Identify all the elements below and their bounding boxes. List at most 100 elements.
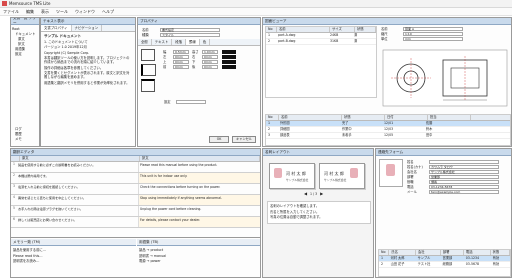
table-row[interactable]: 2 part-B.dwg 31KB 済 [266, 39, 376, 45]
field-input[interactable]: 課長 [429, 179, 499, 184]
options-select[interactable] [176, 99, 206, 104]
tb-hit[interactable]: 電源 → power [139, 259, 258, 263]
cell: 済 [354, 33, 358, 37]
field-input[interactable]: 1.0mm [202, 49, 218, 54]
ok-button[interactable]: OK [209, 136, 229, 143]
tab-navigation[interactable]: ナビゲーション [72, 25, 103, 31]
segment-row[interactable]: 2 本機は屋内専用です。 This unit is for indoor use o… [11, 173, 260, 184]
prop-value[interactable]: 1:10 [403, 31, 463, 36]
border-preset[interactable] [141, 79, 155, 92]
field-label: 前 [163, 65, 167, 69]
name-field[interactable]: 書式設定 [160, 27, 220, 32]
cancel-button[interactable]: キャンセル [232, 136, 256, 143]
menu-edit[interactable]: 編集 [26, 9, 34, 15]
field-input[interactable]: 0mm [202, 64, 218, 69]
field-input[interactable]: 0mm [173, 59, 189, 64]
menu-help[interactable]: ヘルプ [102, 9, 114, 15]
field-input[interactable]: 03-1234-5678 [429, 184, 499, 189]
paragraph: 操作の詳細は各章を参照してください。 [44, 65, 104, 70]
tab-border[interactable]: 罫線 [186, 39, 200, 45]
segment-row[interactable]: 1 製品を使用する前に必ずこの説明書をお読みください。 Please read th… [11, 162, 260, 173]
cell: 24KB [330, 33, 339, 37]
type-field[interactable]: スタイル [160, 32, 220, 37]
border-preset[interactable] [141, 64, 156, 76]
card-company: サンプル株式会社 [324, 178, 347, 182]
table-row[interactable]: 2 山田 花子 テスト社 総務部 03-5678 有効 [379, 262, 510, 268]
prop-value[interactable]: 図面 A [403, 26, 463, 31]
tab-color[interactable]: 色 [200, 39, 211, 45]
segment-row[interactable]: 6 詳しくは販売店にお問い合わせください。 For details, please … [11, 217, 260, 228]
field-input[interactable]: 0mm [173, 54, 189, 59]
cell: 部品表 [280, 133, 290, 137]
cell: 済 [354, 39, 358, 43]
tb-hit[interactable]: 説明書 → manual [139, 254, 258, 258]
cell: 3 [268, 133, 271, 137]
segment-target[interactable]: For details, please contact your dealer. [139, 217, 260, 227]
field-input[interactable]: 0.5mm [173, 49, 189, 54]
tab-text[interactable]: テキスト [152, 39, 173, 45]
name-input[interactable] [429, 159, 499, 164]
segment-target[interactable]: This unit is for indoor use only. [139, 173, 260, 183]
field-input[interactable]: 0mm [202, 54, 218, 59]
cell: 田中 [426, 133, 433, 137]
segment-row[interactable]: 4 異常を感じたら直ちに使用を中止してください。 Stop using immedi… [11, 195, 260, 206]
technical-drawing [382, 49, 508, 107]
field-input[interactable]: サンプル株式会社 [429, 169, 499, 174]
next-page-icon[interactable]: ▶ [319, 191, 324, 196]
paragraph: 用語集と翻訳メモリを併用すると作業が効率化されます。 [44, 80, 130, 85]
card-company: サンプル株式会社 [286, 178, 309, 182]
tab-general[interactable]: 全般 [138, 39, 152, 45]
segment-target[interactable]: Stop using immediately if anything seems… [139, 195, 260, 205]
tree-item[interactable]: メモ [12, 137, 38, 142]
tm-hit[interactable]: 製品を使用する前に… [13, 248, 134, 252]
table-row[interactable]: 3 部品表 未着手 12/05 田中 [266, 133, 510, 139]
segment-row[interactable]: 3 電源を入れる前に接続を確認してください。 Check the connectio… [11, 184, 260, 195]
cell: 12/03 [384, 127, 394, 131]
cell: サンプル [417, 256, 431, 260]
field-input[interactable]: 営業部 [429, 174, 499, 179]
menu-tools[interactable]: ツール [56, 9, 68, 15]
segment-target[interactable]: Please read this manual before using the… [139, 162, 260, 172]
prev-page-icon[interactable]: ◀ [303, 191, 308, 196]
segment-target[interactable]: Unplug the power cord before cleaning. [139, 206, 260, 216]
business-card-back[interactable]: 河 村 太 郎 サンプル株式会社 [319, 163, 365, 189]
tree-item[interactable]: 設定 [12, 52, 38, 57]
contacts-grid: No 氏名 会社 部署 電話 状態 1 河村 太郎 サンプル 営業部 03-1234 有効 2 山田 … [378, 249, 511, 277]
column-header: 担当 [428, 115, 471, 120]
line-style-swatch[interactable] [222, 59, 236, 64]
field-input[interactable]: taro@example.com [429, 189, 499, 194]
tab-document-properties[interactable]: 文書プロパティ [41, 25, 72, 31]
tm-panel: メモリ一致 (TM) 製品を使用する前に… Please read this… … [11, 239, 136, 267]
contact-form-header: 連絡先フォーム [376, 149, 511, 156]
line-style-swatch[interactable] [222, 54, 236, 59]
business-card-front[interactable]: 河 村 太 郎 サンプル株式会社 [269, 163, 315, 189]
prop-value[interactable]: mm [403, 36, 463, 41]
menu-file[interactable]: ファイル [3, 9, 19, 15]
column-header: 氏名 [389, 250, 416, 255]
menu-view[interactable]: 表示 [41, 9, 49, 15]
tree-item[interactable]: ドキュメント [12, 32, 38, 37]
segment-row[interactable]: 5 お手入れの際は電源プラグを抜いてください。 Unplug the power c… [11, 206, 260, 217]
line-style-swatch[interactable] [222, 49, 236, 54]
segment-target[interactable]: Check the connections before turning on … [139, 184, 260, 194]
contact-photo[interactable] [379, 159, 403, 187]
line-style-swatch[interactable] [222, 64, 236, 69]
tab-paragraph[interactable]: 段落 [172, 39, 187, 45]
segment-source: お手入れの際は電源プラグを抜いてください。 [17, 206, 139, 216]
border-presets [141, 49, 163, 92]
app-icon [2, 1, 7, 6]
border-preset[interactable] [141, 49, 155, 61]
field-input[interactable]: 0mm [173, 64, 189, 69]
menu-window[interactable]: ウィンドウ [75, 9, 95, 15]
drawing-viewer-pane: 図面ビューア No 名前 サイズ 状態 1 part-A.dwg 24KB 済 2 part-… [262, 17, 512, 147]
tree-pane: 文書一覧 ツリー Root ドキュメント 原文 訳文 用語集 設定 ログ 履歴 … [10, 17, 40, 147]
tm-hit[interactable]: 説明書をお読み… [13, 259, 134, 263]
field-input[interactable]: 0mm [202, 59, 218, 64]
field-input[interactable]: カワムラ タロウ [429, 164, 499, 169]
cell: 山田 花子 [390, 262, 405, 266]
tm-hit[interactable]: Please read this… [13, 254, 134, 258]
window-title: Memsource TMS Lite [9, 1, 51, 6]
properties-pane: プロパティ 名前 書式設定 種類 スタイル 全般 テキスト 段落 罫線 色 幅 0.5… [137, 17, 261, 147]
tb-hit[interactable]: 製品 → product [139, 248, 258, 252]
document-title: サンプル ドキュメント [44, 34, 82, 38]
